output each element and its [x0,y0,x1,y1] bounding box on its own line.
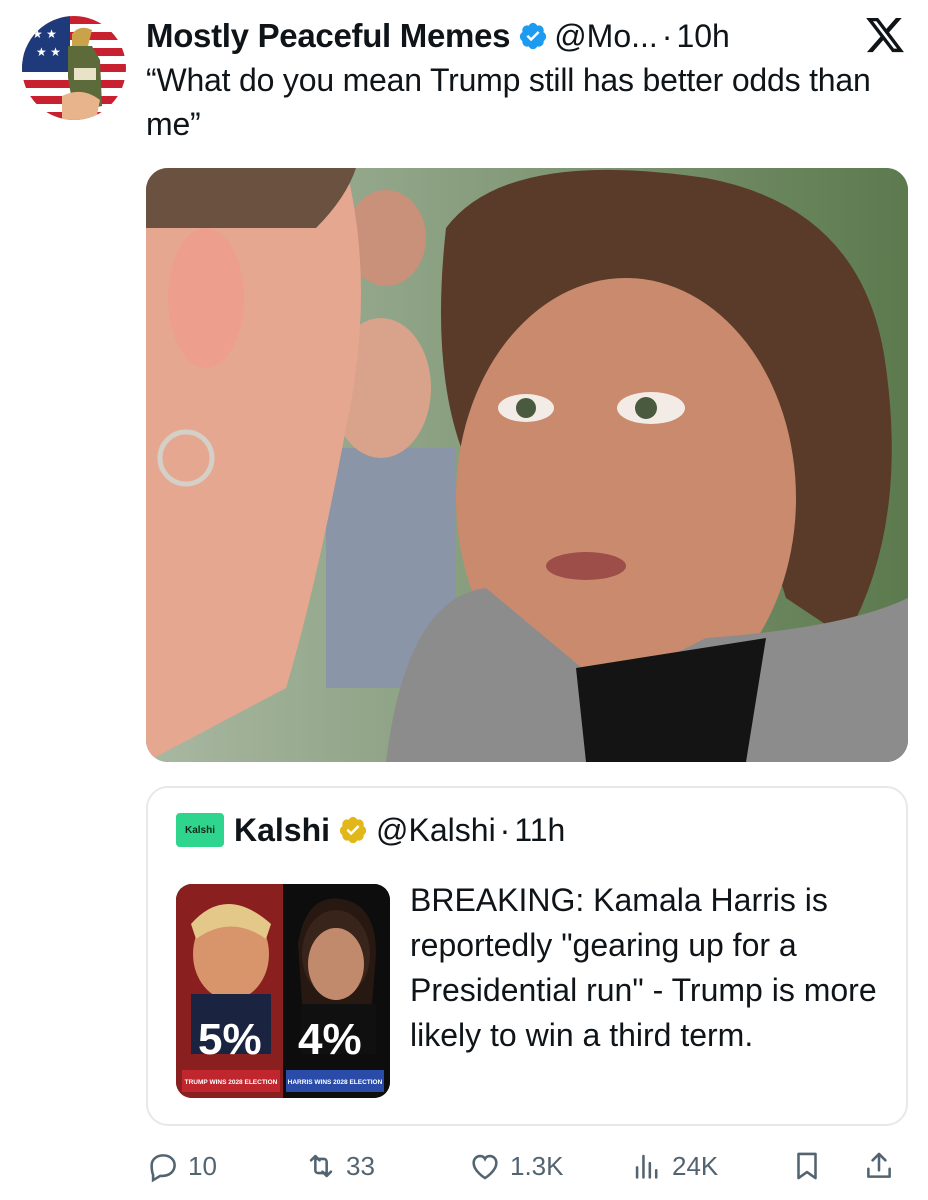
views-count: 24K [672,1150,719,1181]
bookmark-button[interactable] [790,1146,832,1186]
author-name[interactable]: Mostly Peaceful Memes [146,17,510,55]
kalshi-logo: Kalshi [176,813,224,847]
tweet-header: Mostly Peaceful Memes @Mo... · 10h [146,14,908,58]
repost-icon [309,1154,333,1178]
share-button[interactable] [862,1146,904,1186]
quoted-header: Kalshi Kalshi @Kalshi · 11h [176,808,565,852]
thumb-left-pct: 5% [198,1015,262,1064]
repost-button[interactable]: 33 [304,1146,375,1186]
like-count: 1.3K [510,1150,564,1181]
separator-dot: · [499,811,511,848]
author-handle[interactable]: @Mo... [554,18,658,55]
gold-verified-badge-icon [339,816,367,844]
x-logo-icon[interactable] [864,14,906,56]
verified-badge-icon [520,22,547,50]
timestamp[interactable]: 10h [676,18,729,55]
tweet-photo[interactable] [146,168,908,762]
avatar[interactable]: ★ ★ ★ ★ [22,16,126,120]
quoted-text: BREAKING: Kamala Harris is reportedly "g… [410,882,877,1053]
quoted-thumbnail[interactable]: 5% 4% TRUMP WINS 2028 ELECTION HARRIS WI… [176,884,390,1098]
reply-count: 10 [188,1150,217,1181]
thumb-left-caption: TRUMP WINS 2028 ELECTION [185,1079,278,1086]
quoted-tweet[interactable]: Kalshi Kalshi @Kalshi · 11h 5% 4% TRUMP … [146,786,908,1126]
thumb-right-caption: HARRIS WINS 2028 ELECTION [288,1079,383,1086]
bookmark-icon [797,1152,817,1180]
reply-icon [150,1154,176,1183]
views-icon [635,1154,658,1179]
svg-text:★ ★: ★ ★ [36,45,61,59]
tweet-text: “What do you mean Trump still has better… [146,62,871,142]
share-icon [867,1152,891,1178]
repost-count: 33 [346,1150,375,1181]
quoted-author-handle[interactable]: @Kalshi [376,812,496,849]
views-button[interactable]: 24K [630,1146,718,1186]
svg-text:★ ★: ★ ★ [32,27,57,41]
quoted-timestamp[interactable]: 11h [514,812,565,849]
separator-dot: · [661,17,673,54]
quoted-author-name[interactable]: Kalshi [234,812,330,849]
reply-button[interactable]: 10 [146,1146,217,1186]
like-button[interactable]: 1.3K [468,1146,564,1186]
thumb-right-pct: 4% [298,1015,362,1064]
action-bar: 10 33 1.3K 24K [146,1146,908,1186]
like-icon [472,1154,498,1180]
